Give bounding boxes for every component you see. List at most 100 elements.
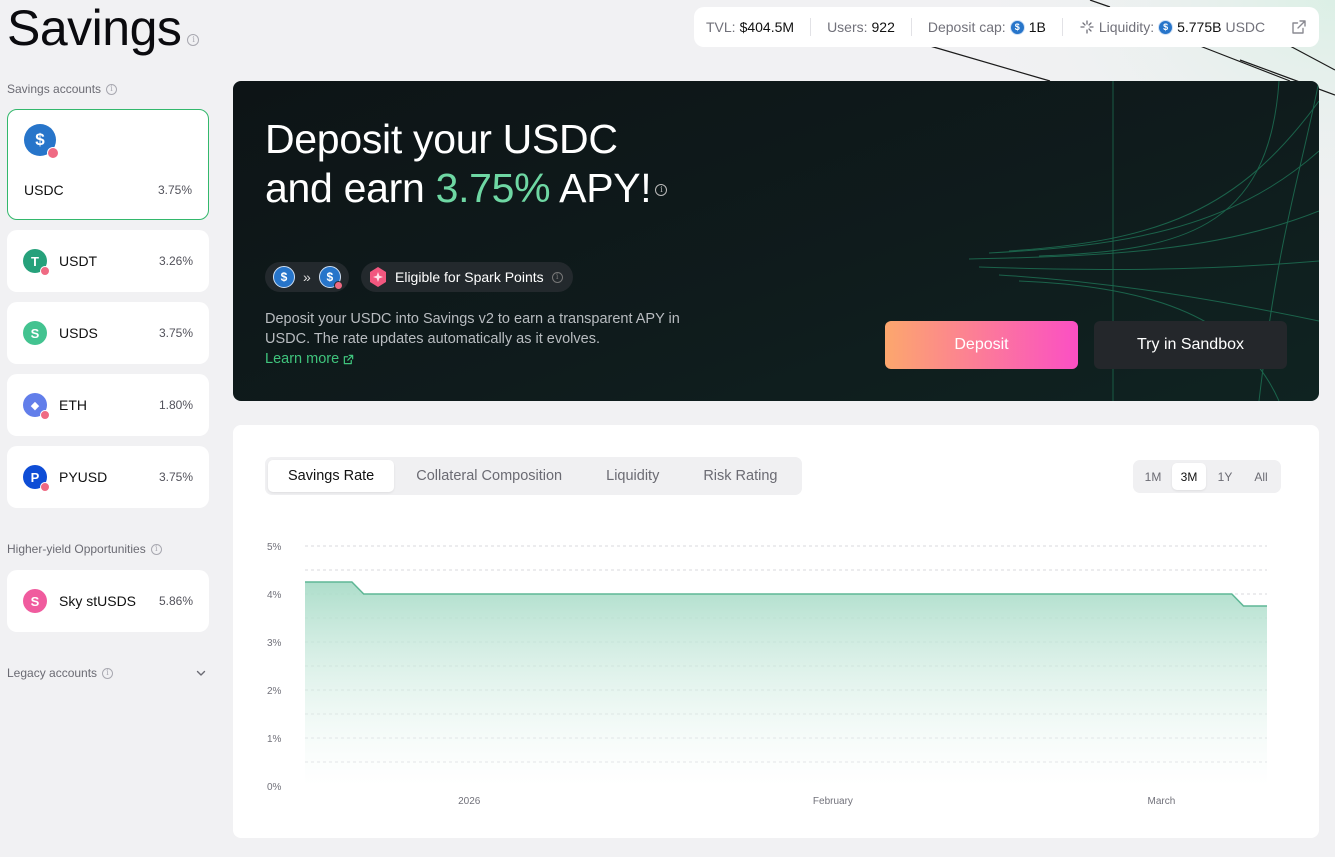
stat-tvl: TVL: $404.5M (706, 19, 794, 35)
account-rate: 5.86% (158, 594, 193, 608)
sidebar-item-pyusd[interactable]: P PYUSD 3.75% (7, 446, 209, 508)
savings-rate-chart: 0% 1% 2% 3% 4% 5% 2026 February March (267, 542, 1267, 807)
coin-glyph: $ (35, 130, 45, 149)
stat-liquidity: Liquidity: $ 5.775B USDC (1079, 19, 1265, 35)
higher-yield-label: Higher-yield Opportunities i (7, 542, 162, 556)
spark-badge-icon (40, 482, 50, 492)
stat-liq-unit: USDC (1225, 19, 1266, 35)
info-icon[interactable]: i (106, 83, 118, 95)
external-link-icon[interactable] (1291, 19, 1307, 35)
hero-title-line2: and earn 3.75% APY! i (265, 164, 668, 213)
spark-points-label: Eligible for Spark Points (395, 269, 544, 285)
x-tick-label: 2026 (458, 796, 481, 807)
hero-title-suffix: APY! (550, 165, 652, 211)
stat-divider (910, 18, 912, 36)
spark-badge-icon (40, 266, 50, 276)
coin-glyph: ◆ (30, 399, 40, 412)
external-link-icon (343, 354, 354, 364)
sidebar-item-usds[interactable]: S USDS 3.75% (7, 302, 209, 364)
y-tick-label: 0% (267, 782, 282, 793)
account-name: PYUSD (59, 469, 108, 485)
account-rate: 3.75% (158, 326, 193, 340)
pyusd-coin-icon: P (23, 465, 50, 492)
account-rate: 1.80% (158, 398, 193, 412)
try-in-sandbox-button[interactable]: Try in Sandbox (1094, 321, 1287, 369)
x-tick-label: February (813, 796, 853, 807)
deposit-button[interactable]: Deposit (885, 321, 1078, 369)
usdc-coin-icon: $ (1009, 19, 1025, 35)
coin-glyph: S (30, 593, 40, 609)
chart-area (305, 582, 1267, 786)
eth-coin-icon: ◆ (23, 393, 50, 420)
double-chevron-icon: » (303, 269, 311, 285)
account-name: USDT (59, 253, 98, 269)
higher-yield-label-text: Higher-yield Opportunities (7, 542, 146, 556)
stat-tvl-label: TVL: (706, 19, 736, 35)
sparkle-icon (1080, 20, 1094, 34)
stat-cap-label: Deposit cap: (927, 19, 1006, 35)
spark-points-badge: Eligible for Spark Points i (361, 262, 573, 292)
y-tick-label: 2% (267, 686, 282, 697)
stat-deposit-cap: Deposit cap: $ 1B (928, 19, 1046, 35)
savings-accounts-label-text: Savings accounts (7, 82, 102, 96)
hero-title-line1: Deposit your USDC (265, 116, 618, 162)
hero-apy-value: 3.75% (435, 165, 551, 211)
chevron-down-icon[interactable] (195, 667, 207, 679)
stat-users: Users: 922 (827, 19, 895, 35)
usds-coin-icon: S (23, 321, 47, 345)
legacy-accounts-label: Legacy accounts (7, 666, 98, 680)
account-name: USDC (24, 182, 64, 198)
stusds-coin-icon: S (23, 589, 47, 613)
sidebar-item-usdc[interactable]: $ USDC 3.75% (7, 109, 209, 220)
y-tick-label: 1% (267, 734, 282, 745)
spark-points-icon (370, 267, 386, 287)
spark-badge-icon (40, 410, 50, 420)
info-icon[interactable]: i (551, 271, 563, 283)
hero-title-prefix: and earn (265, 165, 436, 211)
legacy-accounts-toggle[interactable]: Legacy accounts i (7, 666, 114, 680)
title-info-icon[interactable]: i (187, 34, 200, 46)
y-tick-label: 4% (267, 590, 282, 601)
coin-glyph: T (31, 253, 39, 269)
sidebar-item-usdt[interactable]: T USDT 3.26% (7, 230, 209, 292)
stat-divider (1061, 18, 1063, 36)
savings-accounts-label: Savings accounts i (7, 82, 118, 96)
hero-banner: Deposit your USDC and earn 3.75% APY! i $… (233, 81, 1319, 401)
info-icon[interactable]: i (150, 543, 162, 555)
hero-description: Deposit your USDC into Savings v2 to ear… (265, 309, 705, 369)
stat-liq-label: Liquidity: (1098, 19, 1155, 35)
chart-panel: Savings Rate Collateral Composition Liqu… (233, 425, 1319, 838)
sidebar-item-eth[interactable]: ◆ ETH 1.80% (7, 374, 209, 436)
account-rate: 3.75% (158, 470, 193, 484)
conversion-pill: $ » $ (265, 262, 349, 292)
page-title-text: Savings (7, 0, 182, 56)
stat-tvl-value: $404.5M (739, 19, 795, 35)
stat-cap-value: 1B (1028, 19, 1046, 35)
spark-badge-icon (47, 147, 59, 159)
stat-liq-value: 5.775B (1177, 19, 1222, 35)
coin-glyph: S (30, 325, 40, 341)
account-rate: 3.75% (157, 183, 192, 197)
learn-more-text: Learn more (265, 351, 340, 367)
stats-bar: TVL: $404.5M Users: 922 Deposit cap: $ 1… (694, 7, 1319, 47)
stat-divider (810, 18, 812, 36)
account-name: USDS (59, 325, 98, 341)
info-icon[interactable]: i (102, 667, 114, 679)
apy-info-icon[interactable]: i (655, 184, 668, 196)
coin-glyph: P (30, 469, 40, 485)
usdc-coin-icon: $ (1158, 19, 1174, 35)
hero-title: Deposit your USDC and earn 3.75% APY! i (265, 115, 668, 213)
account-name: ETH (59, 397, 87, 413)
stat-users-label: Users: (827, 19, 868, 35)
hero-description-text: Deposit your USDC into Savings v2 to ear… (265, 311, 680, 347)
x-tick-label: March (1148, 796, 1176, 807)
account-name: Sky stUSDS (59, 593, 137, 609)
usdt-coin-icon: T (23, 249, 50, 276)
susdc-coin-icon: $ (318, 266, 343, 290)
account-rate: 3.26% (158, 254, 193, 268)
page-title: Savings i (7, 0, 200, 56)
sidebar-item-sky-stusds[interactable]: S Sky stUSDS 5.86% (7, 570, 209, 632)
y-tick-label: 3% (267, 638, 282, 649)
learn-more-link[interactable]: Learn more (265, 349, 354, 369)
stat-users-value: 922 (871, 19, 895, 35)
